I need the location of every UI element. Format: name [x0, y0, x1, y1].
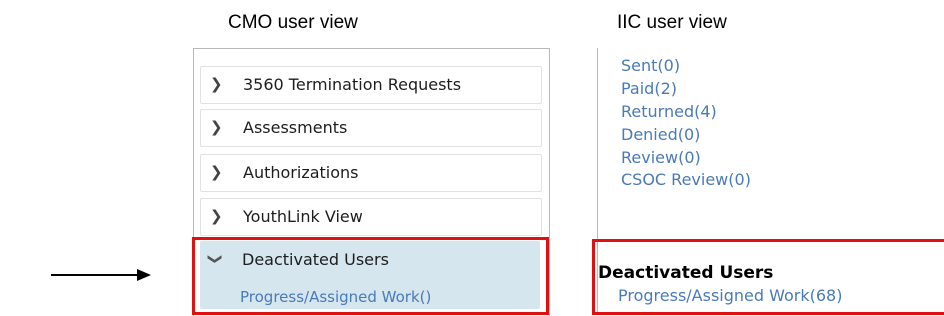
iic-view-title: IIC user view: [617, 12, 727, 33]
cmo-highlight-box: [192, 237, 549, 315]
menu-item-authorizations[interactable]: ❯ Authorizations: [200, 154, 542, 192]
review-link[interactable]: Review(0): [621, 148, 701, 167]
chevron-right-icon: ❯: [210, 118, 223, 136]
menu-item-label: YouthLink View: [243, 207, 363, 226]
menu-item-assessments[interactable]: ❯ Assessments: [200, 109, 542, 147]
iic-highlight-box: [592, 239, 944, 315]
sent-link[interactable]: Sent(0): [621, 56, 680, 75]
paid-link[interactable]: Paid(2): [621, 79, 677, 98]
chevron-right-icon: ❯: [210, 163, 223, 181]
denied-link[interactable]: Denied(0): [621, 125, 700, 144]
cmo-view-title: CMO user view: [228, 12, 358, 33]
csoc-review-link[interactable]: CSOC Review(0): [621, 170, 751, 189]
menu-item-label: Authorizations: [243, 163, 359, 182]
chevron-right-icon: ❯: [210, 207, 223, 225]
menu-item-youthlink-view[interactable]: ❯ YouthLink View: [200, 198, 542, 236]
menu-item-label: Assessments: [243, 118, 348, 137]
chevron-right-icon: ❯: [210, 75, 223, 93]
pointer-arrow-icon: [51, 269, 151, 281]
returned-link[interactable]: Returned(4): [621, 102, 717, 121]
menu-item-3560-termination-requests[interactable]: ❯ 3560 Termination Requests: [200, 66, 542, 104]
menu-item-label: 3560 Termination Requests: [243, 75, 462, 94]
